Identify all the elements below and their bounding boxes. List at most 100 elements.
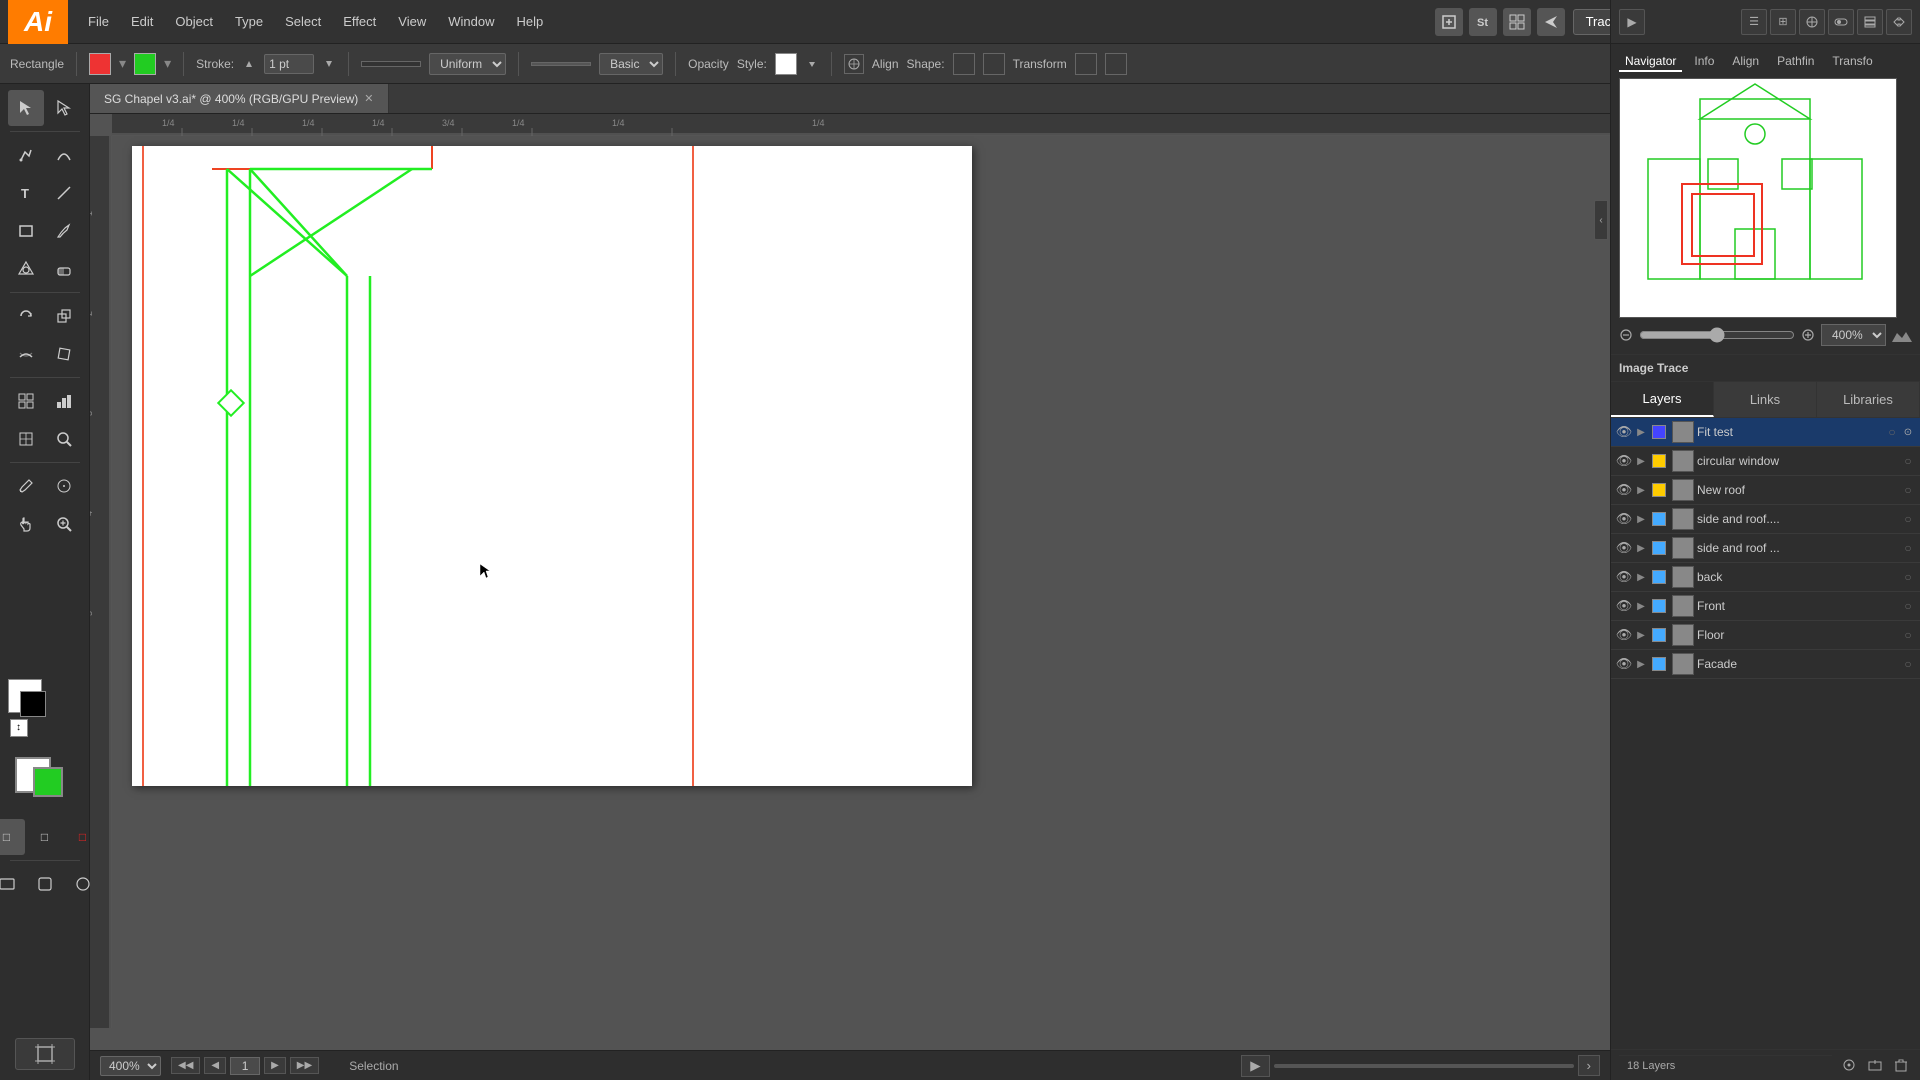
navigator-preview[interactable] <box>1619 78 1897 318</box>
nav-tab-align[interactable]: Align <box>1726 52 1765 72</box>
tab-close-icon[interactable]: ✕ <box>364 92 373 105</box>
slice-tool[interactable] <box>8 421 44 457</box>
layer-expand-arrow[interactable]: ▶ <box>1633 453 1649 469</box>
layer-expand-arrow[interactable]: ▶ <box>1633 569 1649 585</box>
page-next-btn[interactable]: ▶ <box>264 1057 286 1074</box>
layer-item-side-roof-1[interactable]: 👁 ▶ side and roof.... ○ <box>1611 505 1920 534</box>
layer-item-front[interactable]: 👁 ▶ Front ○ <box>1611 592 1920 621</box>
zoom-magnify-tool[interactable] <box>46 506 82 542</box>
send-to-icon[interactable] <box>1537 8 1565 36</box>
zoom-level-select[interactable]: 400% 200% 100% <box>1821 324 1886 346</box>
menu-edit[interactable]: Edit <box>121 10 163 33</box>
zoom-out-icon[interactable] <box>1619 328 1633 342</box>
stroke-swatch[interactable] <box>134 53 156 75</box>
stroke-type-select[interactable]: Uniform <box>429 53 506 75</box>
file-tab-active[interactable]: SG Chapel v3.ai* @ 400% (RGB/GPU Preview… <box>90 84 389 113</box>
layer-item-fit-test[interactable]: 👁 ▶ Fit test ○ ⊙ <box>1611 418 1920 447</box>
stroke-up-icon[interactable] <box>242 57 256 71</box>
layer-vis-eye[interactable]: 👁 <box>1615 452 1633 470</box>
shaper-tool[interactable] <box>8 251 44 287</box>
layer-item-circular-window[interactable]: 👁 ▶ circular window ○ <box>1611 447 1920 476</box>
normal-mode-btn[interactable]: □ <box>0 819 25 855</box>
panel-properties-icon[interactable] <box>1799 9 1825 35</box>
menu-type[interactable]: Type <box>225 10 273 33</box>
layer-item-floor[interactable]: 👁 ▶ Floor ○ <box>1611 621 1920 650</box>
transform-icon-2[interactable] <box>1105 53 1127 75</box>
behind-mode-btn[interactable]: □ <box>27 819 63 855</box>
paintbrush-tool[interactable] <box>46 213 82 249</box>
layer-vis-eye[interactable]: 👁 <box>1615 626 1633 644</box>
layer-vis-eye[interactable]: 👁 <box>1615 568 1633 586</box>
change-mode-btn[interactable] <box>27 866 63 902</box>
transform-icon[interactable] <box>1075 53 1097 75</box>
page-number-input[interactable] <box>230 1057 260 1075</box>
panel-adjust-icon[interactable] <box>1828 9 1854 35</box>
eyedropper-tool[interactable] <box>8 468 44 504</box>
shape-icon[interactable] <box>953 53 975 75</box>
type-tool[interactable]: T <box>8 175 44 211</box>
pen-tool[interactable] <box>8 137 44 173</box>
zoom-select[interactable]: 400% 200% 100% <box>100 1056 161 1076</box>
layer-vis-eye[interactable]: 👁 <box>1615 423 1633 441</box>
layer-lock-icon[interactable]: ○ <box>1900 598 1916 614</box>
stroke-down-icon[interactable] <box>322 57 336 71</box>
layer-expand-arrow[interactable]: ▶ <box>1633 627 1649 643</box>
chart-tool[interactable] <box>46 383 82 419</box>
zoom-tool[interactable] <box>46 421 82 457</box>
layer-lock-icon[interactable]: ○ <box>1884 424 1900 440</box>
play-panel-btn[interactable]: ▶ <box>1619 9 1645 35</box>
swap-colors-icon[interactable]: ↕ <box>10 719 28 737</box>
hand-tool[interactable] <box>8 506 44 542</box>
layer-vis-eye[interactable]: 👁 <box>1615 597 1633 615</box>
stroke-style-select[interactable]: Basic <box>599 53 663 75</box>
style-swatch[interactable] <box>775 53 797 75</box>
layer-item-side-roof-2[interactable]: 👁 ▶ side and roof ... ○ <box>1611 534 1920 563</box>
layer-lock-icon[interactable]: ○ <box>1900 453 1916 469</box>
panel-btn-1[interactable]: ☰ <box>1741 9 1767 35</box>
warp-tool[interactable] <box>8 336 44 372</box>
layer-vis-eye[interactable]: 👁 <box>1615 539 1633 557</box>
layer-vis-eye[interactable]: 👁 <box>1615 481 1633 499</box>
expand-btn[interactable]: › <box>1578 1055 1600 1076</box>
tab-libraries[interactable]: Libraries <box>1817 382 1920 417</box>
zoom-in-icon[interactable] <box>1801 328 1815 342</box>
menu-select[interactable]: Select <box>275 10 331 33</box>
menu-view[interactable]: View <box>388 10 436 33</box>
layer-vis-eye[interactable]: 👁 <box>1615 510 1633 528</box>
layer-expand-arrow[interactable]: ▶ <box>1633 540 1649 556</box>
nav-tab-pathfinder[interactable]: Pathfin <box>1771 52 1820 72</box>
layer-lock-icon[interactable]: ○ <box>1900 511 1916 527</box>
style-dropdown-icon[interactable] <box>805 57 819 71</box>
play-btn[interactable]: ▶ <box>1241 1055 1269 1077</box>
layer-expand-arrow[interactable]: ▶ <box>1633 511 1649 527</box>
page-last-btn[interactable]: ▶▶ <box>290 1057 319 1074</box>
scale-tool[interactable] <box>46 298 82 334</box>
panel-move-icon[interactable] <box>1886 9 1912 35</box>
panel-collapse-btn[interactable]: ‹ <box>1594 200 1608 240</box>
layer-vis-eye[interactable]: 👁 <box>1615 655 1633 673</box>
rotate-tool[interactable] <box>8 298 44 334</box>
delete-layer-icon[interactable] <box>1890 1054 1912 1076</box>
layer-lock-icon[interactable]: ○ <box>1900 482 1916 498</box>
stroke-value-input[interactable] <box>264 54 314 74</box>
panel-layers-shortcut-icon[interactable] <box>1857 9 1883 35</box>
layer-expand-arrow[interactable]: ▶ <box>1633 656 1649 672</box>
menu-object[interactable]: Object <box>165 10 223 33</box>
toolbar-icon-2[interactable]: St <box>1469 8 1497 36</box>
artboard-tool[interactable] <box>15 1038 75 1070</box>
page-prev-btn[interactable]: ◀ <box>204 1057 226 1074</box>
menu-effect[interactable]: Effect <box>333 10 386 33</box>
tab-links[interactable]: Links <box>1714 382 1817 417</box>
menu-help[interactable]: Help <box>506 10 553 33</box>
select-tool[interactable] <box>8 90 44 126</box>
fill-swatch[interactable] <box>89 53 111 75</box>
symbol-tool[interactable] <box>8 383 44 419</box>
nav-tab-info[interactable]: Info <box>1688 52 1720 72</box>
layer-item-new-roof[interactable]: 👁 ▶ New roof ○ <box>1611 476 1920 505</box>
layer-lock-icon[interactable]: ○ <box>1900 656 1916 672</box>
locate-layer-icon[interactable] <box>1838 1054 1860 1076</box>
menu-file[interactable]: File <box>78 10 119 33</box>
rectangle-tool[interactable] <box>8 213 44 249</box>
line-tool[interactable] <box>46 175 82 211</box>
layer-lock-icon[interactable]: ○ <box>1900 569 1916 585</box>
